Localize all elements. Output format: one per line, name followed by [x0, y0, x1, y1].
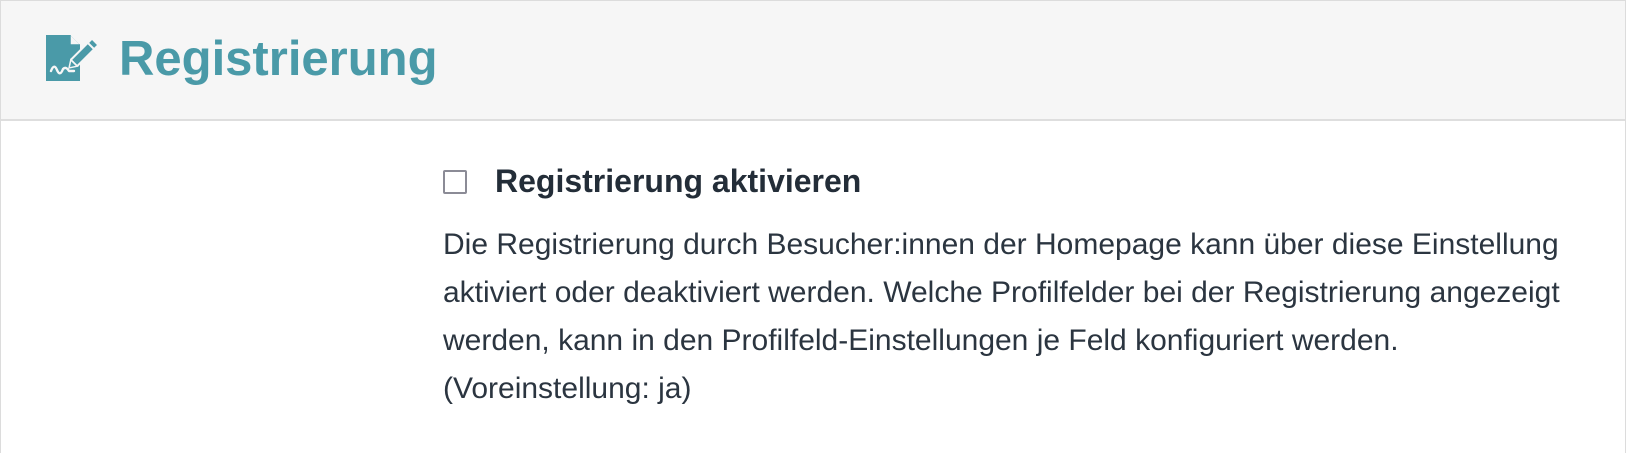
file-signature-icon: [43, 32, 101, 84]
card-header: Registrierung: [1, 1, 1625, 121]
settings-card: Registrierung Registrierung aktivieren D…: [0, 0, 1626, 453]
card-body: Registrierung aktivieren Die Registrieru…: [1, 121, 1625, 453]
registration-enable-label[interactable]: Registrierung aktivieren: [495, 163, 861, 200]
registration-enable-checkbox[interactable]: [443, 169, 467, 194]
setting-description: Die Registrierung durch Besucher:innen d…: [443, 228, 1560, 405]
registration-option-row: Registrierung aktivieren: [443, 163, 861, 200]
page-title: Registrierung: [119, 31, 438, 86]
